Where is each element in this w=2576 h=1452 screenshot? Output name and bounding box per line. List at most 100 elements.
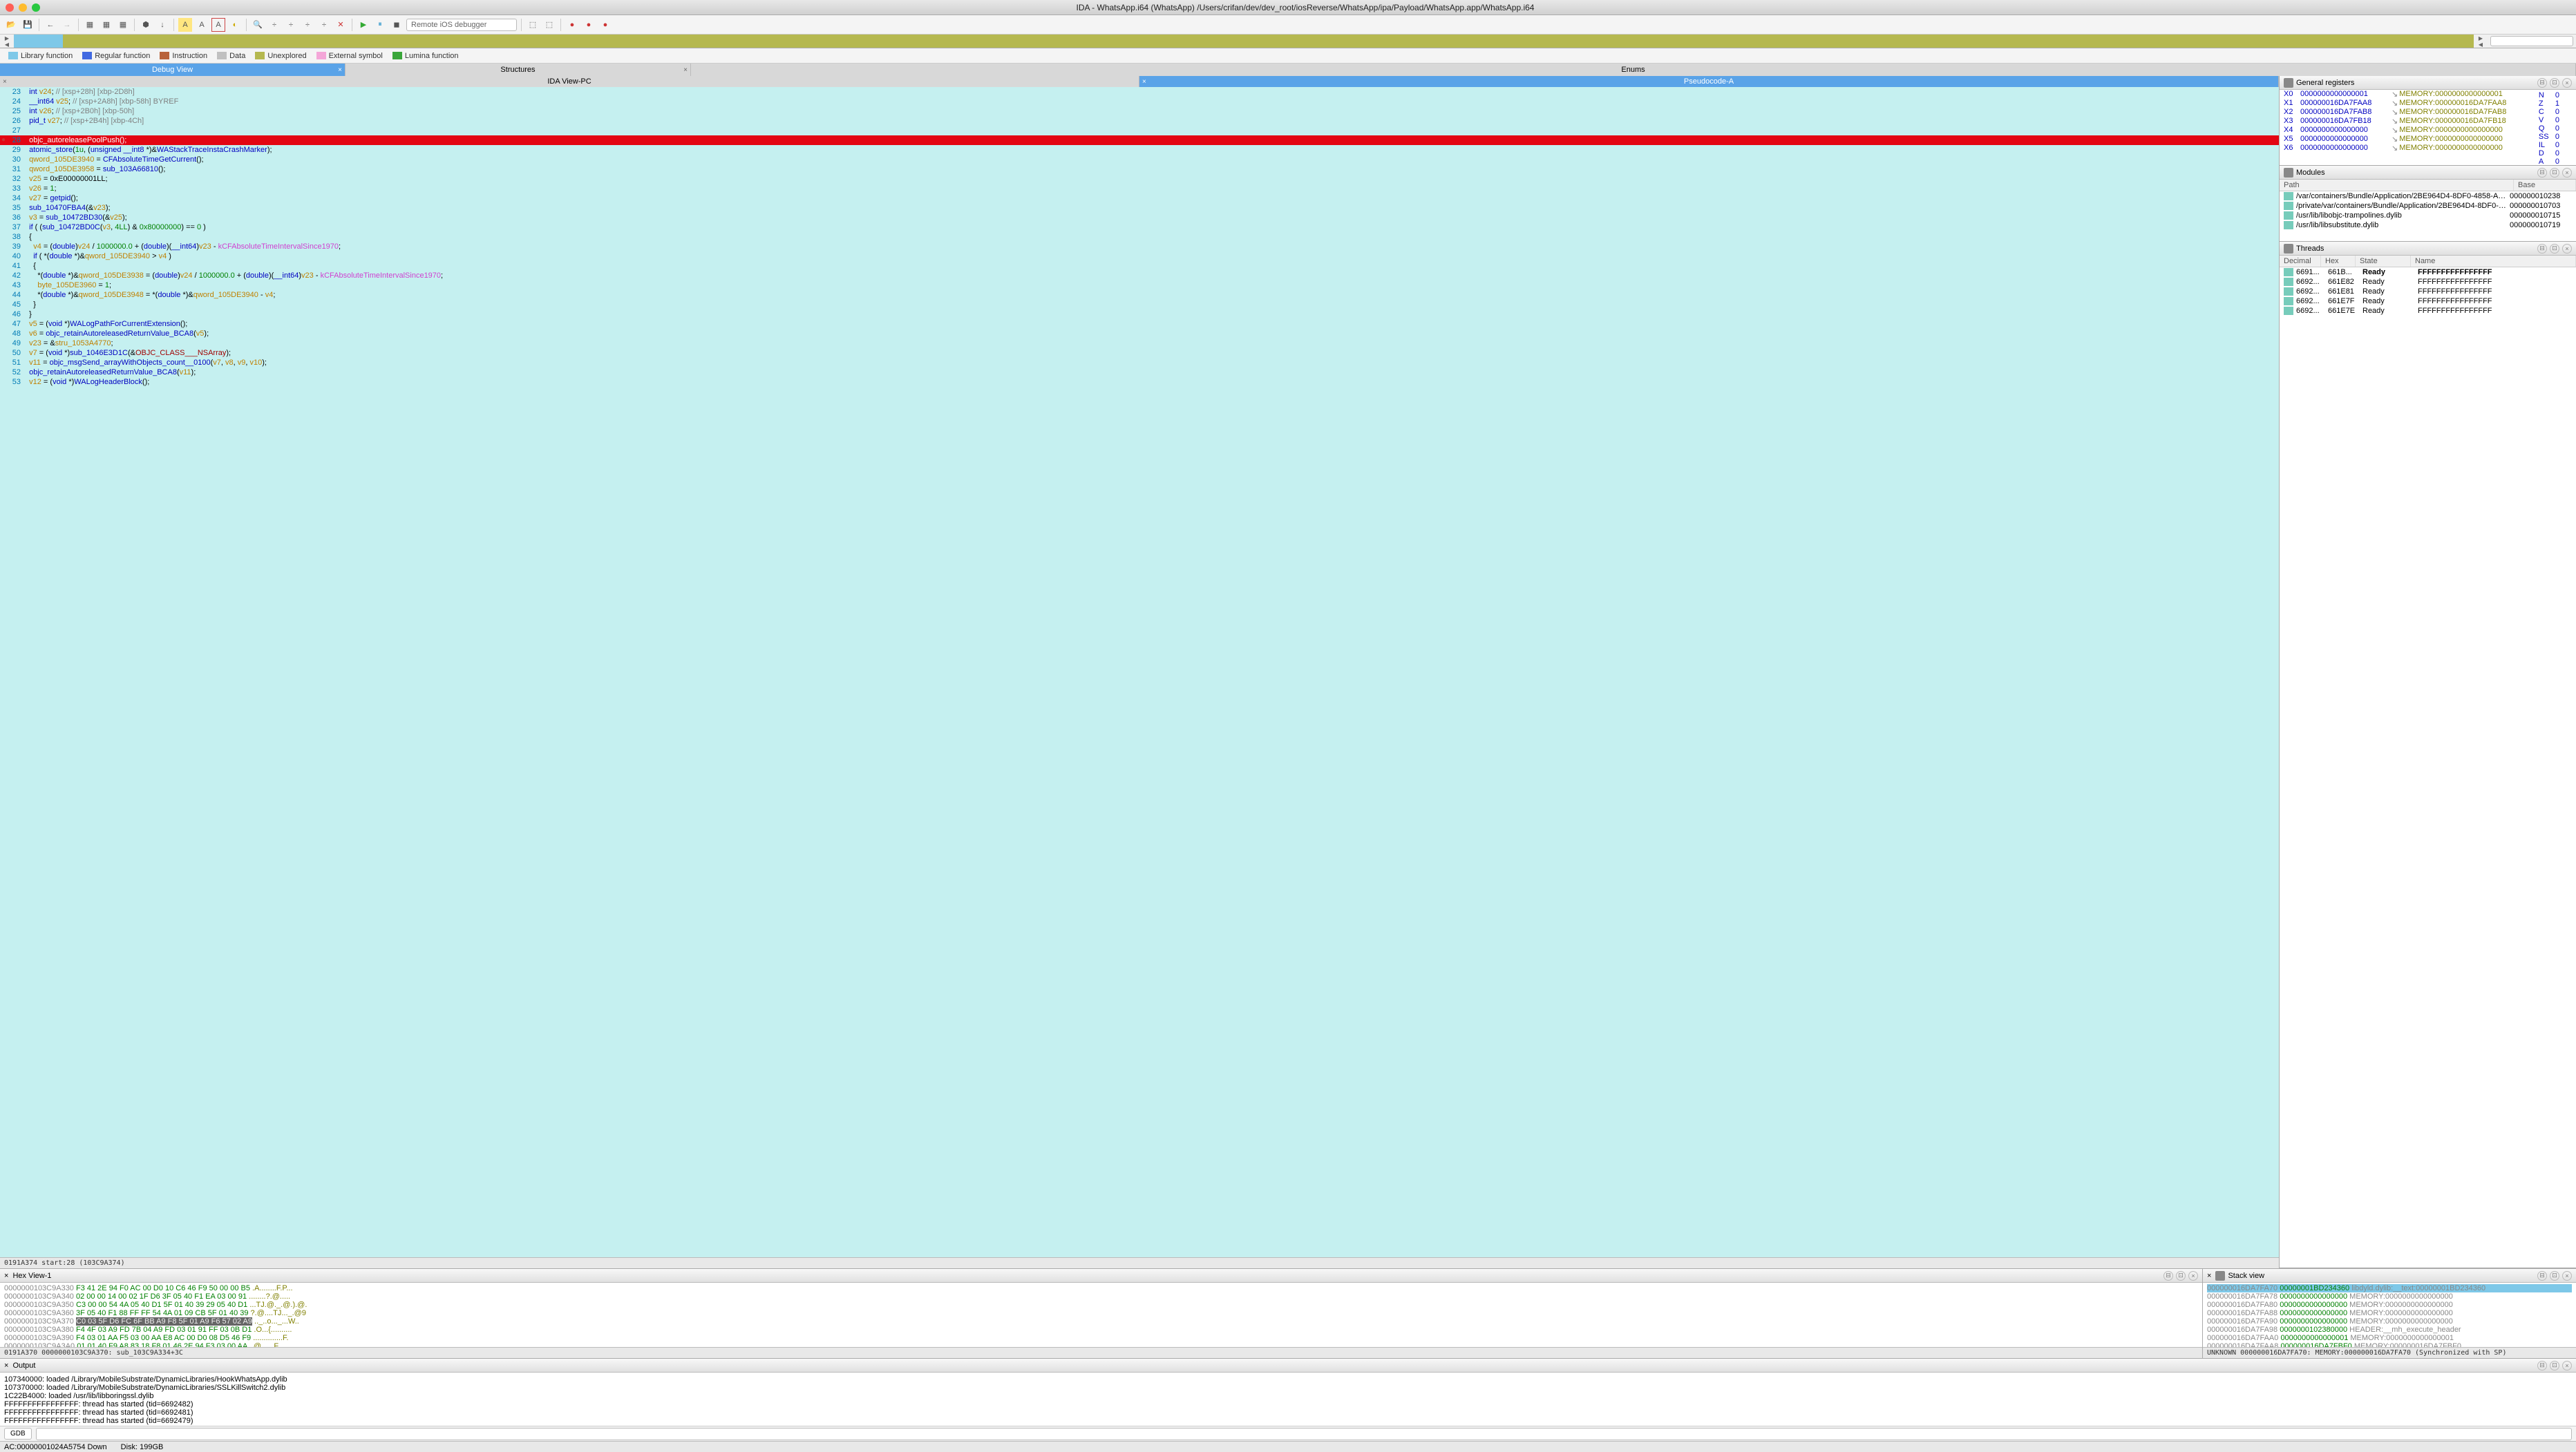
op-icon[interactable]: ÷ [267,18,281,32]
circle-icon[interactable]: ◐ [228,18,242,32]
debugger-select[interactable]: Remote iOS debugger [406,19,517,31]
panel-btn[interactable]: ⊟ [2537,78,2547,88]
bp-icon[interactable]: ● [582,18,596,32]
stack-body[interactable]: 000000016DA7FA70 00000001BD234360 libdyl… [2203,1283,2576,1347]
stop-icon[interactable]: ✕ [334,18,348,32]
tool-icon[interactable]: ⬚ [526,18,540,32]
panel-btn[interactable]: ⊡ [2550,168,2559,178]
save-icon[interactable]: 💾 [21,18,35,32]
nav-arrows[interactable]: ▶◀ [0,35,14,48]
close-icon[interactable]: × [1142,78,1146,86]
tab-pseudocode[interactable]: ×Pseudocode-A [1139,76,2279,87]
tab-debug-view[interactable]: Debug View× [0,64,345,76]
text-icon[interactable]: A [195,18,209,32]
close-icon[interactable]: × [2207,1272,2211,1280]
pause-icon[interactable]: ⏸ [373,18,387,32]
op-icon[interactable]: ÷ [284,18,298,32]
panel-title: Hex View-1 [12,1272,51,1280]
panel-title: General registers [2296,79,2354,87]
col-header[interactable]: Path [2280,180,2514,191]
threads-body[interactable]: 6691...661B...ReadyFFFFFFFFFFFFFFFF6692.… [2280,267,2576,1268]
panel-btn[interactable]: × [2562,1271,2572,1281]
panel-btn[interactable]: ⊡ [2550,1271,2559,1281]
col-header[interactable]: Decimal [2280,256,2321,267]
nav-strip[interactable] [14,35,2474,48]
minimize-window-icon[interactable] [19,3,27,12]
back-icon[interactable]: ← [44,18,57,32]
col-header[interactable]: Name [2411,256,2576,267]
zoom-window-icon[interactable] [32,3,40,12]
pseudocode-view[interactable]: 23 int v24; // [xsp+28h] [xbp-2D8h]24 __… [0,87,2279,1257]
tool-icon[interactable]: ⬚ [542,18,556,32]
registers-icon [2284,78,2293,88]
panel-btn[interactable]: ⊟ [2537,1271,2547,1281]
sub-tabs: ×IDA View-PC ×Pseudocode-A [0,76,2279,87]
status-ac: AC:00000001024A5754 Down [4,1443,107,1451]
panel-btn[interactable]: ⊡ [2550,244,2559,254]
zoom-icon[interactable]: 🔍 [251,18,265,32]
forward-icon[interactable]: → [60,18,74,32]
panel-btn[interactable]: × [2562,244,2572,254]
panel-title: Modules [2296,169,2325,177]
close-icon[interactable]: × [338,66,342,74]
nav-arrows-right[interactable]: ▶◀ [2474,35,2488,48]
panel-btn[interactable]: ⊟ [2537,1361,2547,1370]
tab-enums[interactable]: Enums [691,64,2576,76]
highlight-icon[interactable]: A [178,18,192,32]
col-header[interactable]: Hex [2321,256,2356,267]
panel-btn[interactable]: ⊡ [2176,1271,2186,1281]
panel-btn[interactable]: ⊡ [2550,78,2559,88]
output-body[interactable]: 107340000: loaded /Library/MobileSubstra… [0,1373,2576,1426]
close-icon[interactable]: × [4,1272,8,1280]
panel-title: Stack view [2228,1272,2264,1280]
status-disk: Disk: 199GB [121,1443,164,1451]
tool-icon[interactable]: ▦ [100,18,113,32]
gdb-input[interactable] [36,1428,2572,1440]
tab-structures[interactable]: Structures× [345,64,691,76]
nav-search-input[interactable] [2490,36,2573,46]
close-window-icon[interactable] [6,3,14,12]
registers-body[interactable]: X0 0000000000000001↘ MEMORY:000000000000… [2280,90,2576,165]
modules-icon [2284,168,2293,178]
window-controls [6,3,40,12]
panel-title: Output [12,1362,35,1370]
bp-icon[interactable]: ● [598,18,612,32]
close-icon[interactable]: × [4,1362,8,1370]
stack-status: UNKNOWN 000000016DA7FA70: MEMORY:0000000… [2203,1347,2576,1358]
tool-icon[interactable]: ▦ [116,18,130,32]
down-icon[interactable]: ↓ [155,18,169,32]
legend-label: Regular function [95,52,150,60]
nav-bar: ▶◀ ▶◀ [0,35,2576,48]
panel-btn[interactable]: ⊡ [2550,1361,2559,1370]
bp-icon[interactable]: ● [565,18,579,32]
stop-debug-icon[interactable]: ◼ [390,18,404,32]
tab-ida-view[interactable]: ×IDA View-PC [0,76,1139,87]
panel-btn[interactable]: × [2562,78,2572,88]
tool-icon[interactable]: ⬢ [139,18,153,32]
panel-btn[interactable]: × [2562,168,2572,178]
hex-body[interactable]: 0000000103C9A330 F3 41 2E 94 F0 AC 00 D0… [0,1283,2202,1347]
panel-btn[interactable]: × [2562,1361,2572,1370]
modules-body[interactable]: /var/containers/Bundle/Application/2BE96… [2280,191,2576,241]
legend-label: Library function [21,52,73,60]
gdb-button[interactable]: GDB [4,1428,32,1440]
panel-btn[interactable]: ⊟ [2537,168,2547,178]
legend-label: Unexplored [267,52,306,60]
op-icon[interactable]: ÷ [301,18,314,32]
tool-icon[interactable]: ▦ [83,18,97,32]
legend-label: External symbol [329,52,383,60]
panel-btn[interactable]: ⊟ [2537,244,2547,254]
stack-icon [2215,1271,2225,1281]
box-icon[interactable]: A [211,18,225,32]
titlebar: IDA - WhatsApp.i64 (WhatsApp) /Users/cri… [0,0,2576,15]
run-icon[interactable]: ▶ [357,18,370,32]
op-icon[interactable]: ÷ [317,18,331,32]
panel-btn[interactable]: ⊟ [2163,1271,2173,1281]
status-bar: AC:00000001024A5754 Down Disk: 199GB [0,1441,2576,1452]
close-icon[interactable]: × [3,78,7,86]
col-header[interactable]: State [2356,256,2411,267]
close-icon[interactable]: × [683,66,688,74]
open-icon[interactable]: 📂 [4,18,18,32]
col-header[interactable]: Base [2514,180,2576,191]
panel-btn[interactable]: × [2188,1271,2198,1281]
